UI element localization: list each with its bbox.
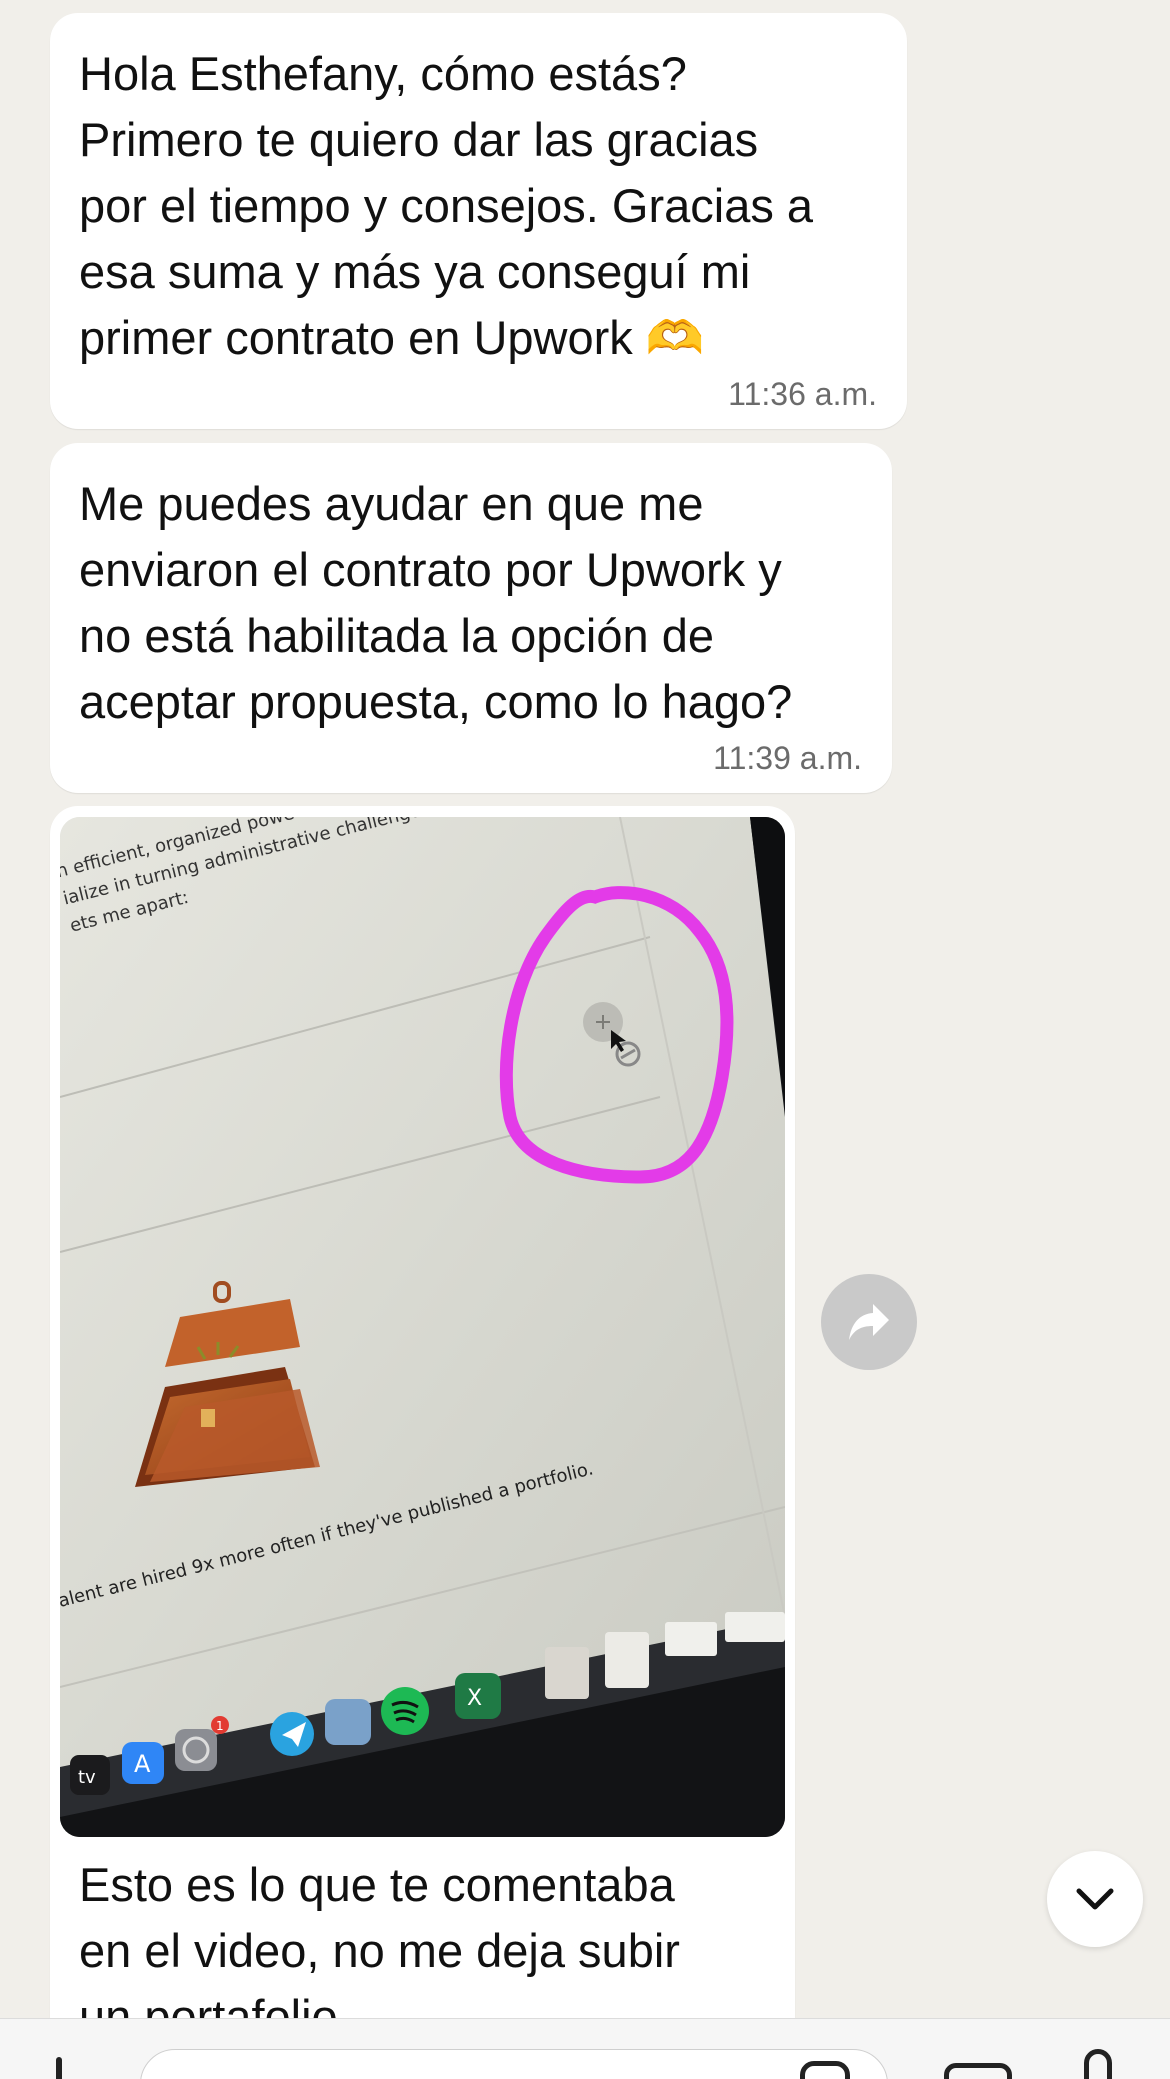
image-caption: Esto es lo que te comentaba en el video,… [79, 1858, 680, 2018]
message-input[interactable] [140, 2049, 888, 2079]
chat-thread: Hola Esthefany, cómo estás? Primero te q… [0, 0, 1170, 2018]
camera-icon[interactable] [944, 2063, 1012, 2079]
forward-arrow-icon [849, 1304, 889, 1340]
message-bubble[interactable]: Hola Esthefany, cómo estás? Primero te q… [50, 13, 907, 429]
attached-photo[interactable]: n efficient, organized powe ialize in tu… [60, 817, 785, 1837]
message-time: 11:36 a.m. [728, 376, 877, 412]
dock-tv-label: tv [78, 1767, 96, 1788]
message-time: 11:39 a.m. [713, 740, 862, 776]
svg-text:A: A [134, 1750, 151, 1778]
message-bubble[interactable]: Me puedes ayudar en que me enviaron el c… [50, 443, 892, 793]
scroll-to-bottom-button[interactable] [1047, 1851, 1143, 1947]
dock-excel-letter: X [467, 1686, 482, 1711]
sticker-icon[interactable] [800, 2061, 850, 2079]
message-composer [0, 2018, 1170, 2079]
message-text: Hola Esthefany, cómo estás? Primero te q… [79, 47, 814, 364]
image-message-bubble[interactable]: n efficient, organized powe ialize in tu… [50, 806, 795, 2018]
message-text: Me puedes ayudar en que me enviaron el c… [79, 477, 793, 728]
forward-button[interactable] [821, 1274, 917, 1370]
plus-icon[interactable] [56, 2057, 62, 2079]
chevron-down-icon [1076, 1888, 1114, 1910]
microphone-icon[interactable] [1084, 2049, 1112, 2079]
dock-badge: 1 [216, 1719, 224, 1733]
